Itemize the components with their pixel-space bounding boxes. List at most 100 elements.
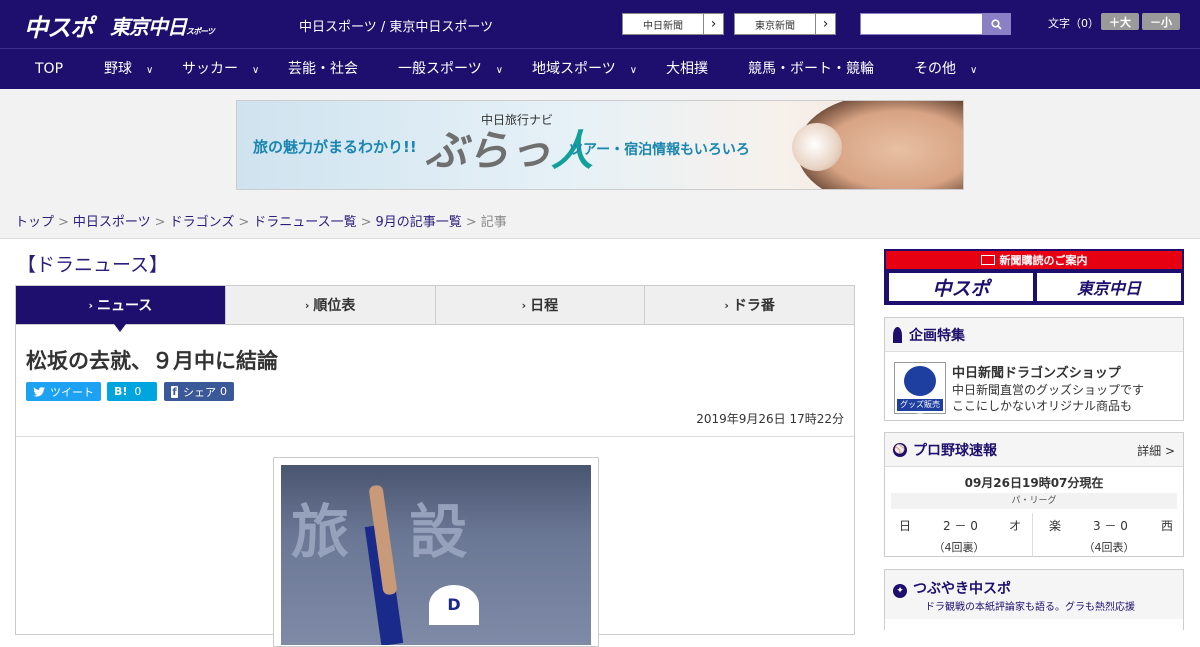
tab-news[interactable]: › ニュース xyxy=(16,286,225,332)
news-tabs: › ニュース › 順位表 › 日程 › ドラ番 xyxy=(15,285,855,332)
ad-right-text: ツアー・宿泊情報もいろいろ xyxy=(569,142,750,158)
baseball-title: プロ野球速報 xyxy=(913,442,997,459)
nav-label: TOP xyxy=(35,61,64,77)
nav-item-baseball[interactable]: 野球 ∨ xyxy=(104,49,153,90)
tokyo-chunichi-logo-small: スポーツ xyxy=(186,27,215,36)
tab-standings[interactable]: › 順位表 xyxy=(224,286,435,324)
inning: （4回裏） xyxy=(933,541,985,554)
hatena-bookmark-button[interactable]: B! 0 xyxy=(107,382,157,401)
chevron-down-icon: ∨ xyxy=(146,65,154,76)
league-label: パ・リーグ xyxy=(891,493,1177,509)
subscribe-chuspo-button[interactable]: 中スポ xyxy=(889,273,1033,301)
feature-title: 企画特集 xyxy=(909,327,965,344)
tweet-subtitle: ドラ観戦の本紙評論家も語る。グラも熱烈応援 xyxy=(925,602,1135,613)
tokyo-shimbun-link[interactable]: 東京新聞 › xyxy=(734,13,836,35)
search-button[interactable] xyxy=(982,14,1010,34)
shell-image xyxy=(792,123,842,171)
article-photo[interactable]: 旅 設 D xyxy=(281,465,591,645)
breadcrumb-chunichi-sports[interactable]: 中日スポーツ xyxy=(73,215,151,230)
baseball-more-link[interactable]: 詳細 > xyxy=(1137,442,1175,459)
feature-item-desc: 中日新聞直営のグッズショップです ここにしかないオリジナル商品も xyxy=(952,382,1144,414)
baseball-update-time: 09月26日19時07分現在 xyxy=(964,476,1104,490)
subscribe-tokyo-chunichi-button[interactable]: 東京中日 xyxy=(1037,273,1181,301)
article-photo-frame: 旅 設 D xyxy=(273,457,599,647)
breadcrumb-top[interactable]: トップ xyxy=(15,215,54,230)
tweet-title[interactable]: つぶやき中スポ xyxy=(913,581,1011,597)
subscription-box: 新聞購読のご案内 中スポ 東京中日 xyxy=(884,249,1184,305)
facebook-share-label: シェア xyxy=(183,385,216,399)
tab-label: 順位表 xyxy=(313,298,356,314)
main-nav: TOP 野球 ∨ サッカー ∨ 芸能・社会 一般スポーツ ∨ 地域スポーツ ∨ 大相撲 … xyxy=(0,48,1200,89)
nav-label: 地域スポーツ xyxy=(532,61,616,77)
chevron-right-icon: › xyxy=(815,14,835,34)
feature-item-title[interactable]: 中日新聞ドラゴンズショップ xyxy=(952,362,1121,381)
tab-label: ドラ番 xyxy=(732,298,775,314)
nav-item-soccer[interactable]: サッカー ∨ xyxy=(182,49,259,90)
chevron-right-icon: › xyxy=(304,298,310,312)
baseball-header: ⚾ プロ野球速報 詳細 > xyxy=(885,433,1183,467)
score: 2 － 0 xyxy=(943,519,978,533)
chunichi-shimbun-link[interactable]: 中日新聞 › xyxy=(622,13,724,35)
twitter-bird-icon xyxy=(33,386,45,396)
nav-item-top[interactable]: TOP xyxy=(35,49,63,90)
tab-label: ニュース xyxy=(96,298,153,314)
breadcrumb-current: 記事 xyxy=(480,215,507,230)
tab-label: 日程 xyxy=(530,298,559,314)
breadcrumb-dragons[interactable]: ドラゴンズ xyxy=(170,215,235,230)
home-team: 楽 xyxy=(1049,519,1062,533)
breadcrumb-dra-news-list[interactable]: ドラニュース一覧 xyxy=(253,215,356,230)
tweet-header: ✦ つぶやき中スポ ドラ観戦の本紙評論家も語る。グラも熱烈応援 xyxy=(885,570,1183,619)
game-score[interactable]: 日 2 － 0 オ （4回裏） xyxy=(885,513,1033,557)
breadcrumb-september-list[interactable]: 9月の記事一覧 xyxy=(376,215,462,230)
section-title: 【ドラニュース】 xyxy=(17,254,169,276)
facebook-icon: f xyxy=(171,385,178,398)
tokyo-chunichi-logo[interactable]: 東京中日スポーツ xyxy=(110,11,215,40)
photo-cap: D xyxy=(429,585,479,625)
hatena-bookmark-icon: B! xyxy=(114,385,128,398)
ribbon-icon xyxy=(893,326,902,343)
tweet-box: ✦ つぶやき中スポ ドラ観戦の本紙評論家も語る。グラも熱烈応援 xyxy=(884,569,1184,630)
nav-item-other[interactable]: その他 ∨ xyxy=(914,49,977,90)
game-score[interactable]: 楽 3 － 0 西 （4回表） xyxy=(1035,513,1183,557)
inning: （4回表） xyxy=(1083,541,1135,554)
feature-box: 企画特集 グッズ販売中 中日新聞ドラゴンズショップ 中日新聞直営のグッズショップ… xyxy=(884,317,1184,421)
nav-label: 芸能・社会 xyxy=(288,61,358,77)
ad-left-text: 旅の魅力がまるわかり!! xyxy=(253,138,417,156)
score: 3 － 0 xyxy=(1093,519,1128,533)
nav-item-local-sports[interactable]: 地域スポーツ ∨ xyxy=(532,49,637,90)
nav-item-general-sports[interactable]: 一般スポーツ ∨ xyxy=(398,49,503,90)
chuspo-logo[interactable]: 中スポ xyxy=(24,8,94,43)
tweet-label: ツイート xyxy=(50,385,94,399)
chevron-down-icon: ∨ xyxy=(252,65,260,76)
baseball-scores-box: ⚾ プロ野球速報 詳細 > 09月26日19時07分現在 パ・リーグ 日 2 － 0… xyxy=(884,432,1184,557)
newspaper-icon xyxy=(980,255,995,265)
font-smaller-button[interactable]: －小 xyxy=(1142,13,1180,30)
tab-schedule[interactable]: › 日程 xyxy=(434,286,645,324)
facebook-count: 0 xyxy=(220,385,227,398)
subscription-header-label: 新聞購読のご案内 xyxy=(999,254,1088,267)
feature-item-desc-1: 中日新聞直営のグッズショップです xyxy=(952,383,1145,397)
chevron-right-icon: › xyxy=(703,14,723,34)
site-header: 中スポ 東京中日スポーツ 中日スポーツ / 東京中日スポーツ 中日新聞 › 東京… xyxy=(0,0,1200,48)
article: 松坂の去就、９月中に結論 ツイート B! 0 f シェア 0 2019年9月26… xyxy=(15,325,855,647)
nav-item-sumo[interactable]: 大相撲 xyxy=(666,49,708,90)
megaphone-icon: ✦ xyxy=(893,584,907,598)
dragons-shop-image[interactable]: グッズ販売中 xyxy=(894,362,946,421)
nav-item-racing[interactable]: 競馬・ボート・競輪 xyxy=(748,49,874,90)
search-input[interactable] xyxy=(861,14,982,34)
chevron-right-icon: › xyxy=(521,298,527,312)
chevron-right-icon: › xyxy=(88,298,93,312)
tokyo-chunichi-logo-text: 東京中日 xyxy=(110,15,187,39)
tweet-button[interactable]: ツイート xyxy=(26,382,101,401)
tab-dra-ban[interactable]: › ドラ番 xyxy=(644,286,854,324)
facebook-share-button[interactable]: f シェア 0 xyxy=(164,382,234,401)
nav-label: 一般スポーツ xyxy=(398,61,482,77)
article-headline: 松坂の去就、９月中に結論 xyxy=(26,349,278,373)
nav-label: その他 xyxy=(914,61,956,77)
feature-header: 企画特集 xyxy=(885,318,1183,352)
nav-item-entertainment[interactable]: 芸能・社会 xyxy=(288,49,358,90)
font-bigger-button[interactable]: ＋大 xyxy=(1101,13,1139,30)
travel-ad-banner[interactable]: 旅の魅力がまるわかり!! 中日旅行ナビ ぶらっ人 ツアー・宿泊情報もいろいろ xyxy=(236,100,964,190)
nav-label: サッカー xyxy=(182,61,238,77)
nav-label: 野球 xyxy=(104,61,132,77)
